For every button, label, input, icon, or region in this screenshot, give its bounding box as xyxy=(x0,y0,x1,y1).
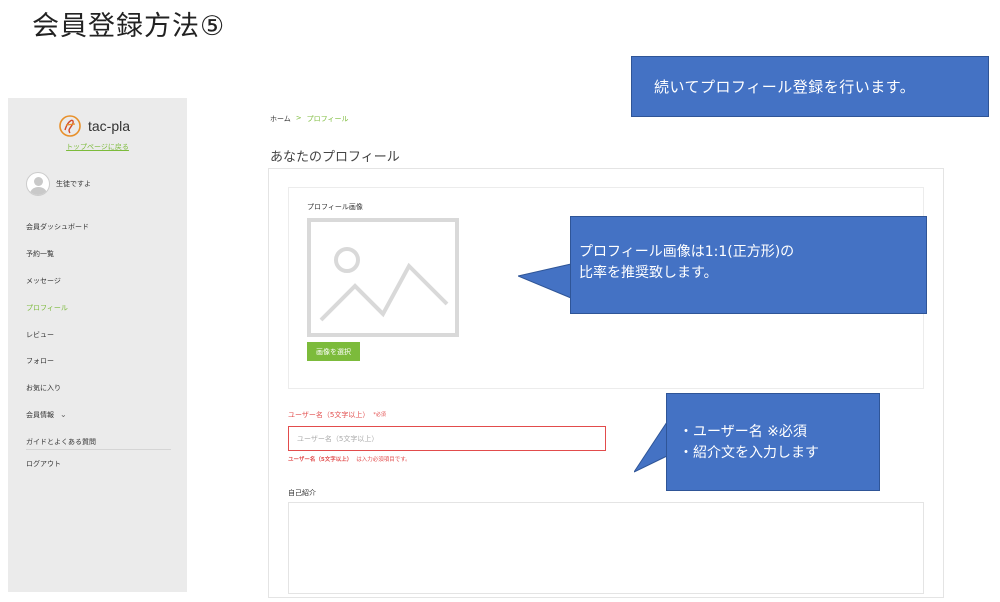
sidebar-nav: 会員ダッシュボード 予約一覧 メッセージ プロフィール レビュー フォロー お気… xyxy=(26,214,176,477)
sidebar-item-reservations[interactable]: 予約一覧 xyxy=(26,241,176,268)
user-profile: 生徒ですよ xyxy=(26,172,91,196)
sidebar-item-label: お気に入り xyxy=(26,384,61,393)
username-label-text: ユーザー名（5文字以上） xyxy=(288,411,370,419)
chevron-down-icon: ⌄ xyxy=(60,410,67,420)
sidebar-item-label: プロフィール xyxy=(26,303,68,312)
username-error-message: は入力必須項目です。 xyxy=(356,457,411,463)
sidebar-item-reviews[interactable]: レビュー xyxy=(26,321,176,348)
sidebar-item-label: レビュー xyxy=(26,330,54,339)
sidebar-item-label: メッセージ xyxy=(26,276,61,285)
slide-title: 会員登録方法⑤ xyxy=(32,11,226,42)
callout-image-line1: プロフィール画像は1:1(正方形)の xyxy=(579,244,795,260)
breadcrumb-home[interactable]: ホーム xyxy=(270,114,291,124)
breadcrumb: ホーム > プロフィール xyxy=(270,114,349,124)
tac-pla-logo-icon xyxy=(59,115,81,137)
image-placeholder-icon xyxy=(307,218,459,337)
username-error: ユーザー名（5文字以上） は入力必須項目です。 xyxy=(288,455,411,463)
logo[interactable]: tac-pla xyxy=(58,114,130,138)
sidebar-item-label: フォロー xyxy=(26,357,54,366)
callout-fields: ・ユーザー名 ※必須 ・紹介文を入力します xyxy=(666,393,880,491)
callout-intro: 続いてプロフィール登録を行います。 xyxy=(631,56,989,117)
breadcrumb-current: プロフィール xyxy=(306,115,349,123)
sidebar-item-label: ログアウト xyxy=(26,459,61,468)
profile-image-label: プロフィール画像 xyxy=(307,203,363,211)
top-page-link[interactable]: トップページに戻る xyxy=(8,142,187,152)
sidebar: tac-pla トップページに戻る 生徒ですよ 会員ダッシュボード 予約一覧 メ… xyxy=(8,98,187,592)
sidebar-item-label: ガイドとよくある質問 xyxy=(26,437,96,446)
sidebar-item-logout[interactable]: ログアウト xyxy=(26,450,176,477)
sidebar-item-member-info[interactable]: 会員情報 ⌄ xyxy=(26,402,176,429)
username-error-field: ユーザー名（5文字以上） xyxy=(288,457,353,463)
user-name: 生徒ですよ xyxy=(56,180,91,188)
callout-fields-line1: ・ユーザー名 ※必須 xyxy=(679,424,807,440)
callout-pointer xyxy=(518,263,572,299)
sidebar-item-profile[interactable]: プロフィール xyxy=(26,294,176,321)
select-image-button[interactable]: 画像を選択 xyxy=(307,342,360,361)
bio-textarea[interactable] xyxy=(288,502,924,594)
bio-label: 自己紹介 xyxy=(288,489,316,497)
sidebar-item-label: 会員情報 xyxy=(26,410,54,419)
logo-text: tac-pla xyxy=(88,118,131,134)
required-marker: *必須 xyxy=(373,412,386,418)
callout-image-line2: 比率を推奨致します。 xyxy=(579,265,718,281)
sidebar-item-dashboard[interactable]: 会員ダッシュボード xyxy=(26,214,176,241)
callout-intro-text: 続いてプロフィール登録を行います。 xyxy=(654,78,916,96)
sidebar-item-follow[interactable]: フォロー xyxy=(26,348,176,375)
sidebar-item-messages[interactable]: メッセージ xyxy=(26,268,176,295)
sidebar-item-label: 予約一覧 xyxy=(26,250,54,259)
username-label: ユーザー名（5文字以上） *必須 xyxy=(288,410,386,420)
callout-pointer xyxy=(634,421,668,473)
callout-fields-line2: ・紹介文を入力します xyxy=(679,445,819,461)
username-input[interactable] xyxy=(288,426,606,451)
breadcrumb-separator: > xyxy=(295,114,302,122)
sidebar-item-label: 会員ダッシュボード xyxy=(26,223,89,232)
callout-image-ratio: プロフィール画像は1:1(正方形)の 比率を推奨致します。 xyxy=(570,216,927,314)
avatar xyxy=(26,172,50,196)
page-title: あなたのプロフィール xyxy=(270,150,400,165)
sidebar-item-favorites[interactable]: お気に入り xyxy=(26,375,176,402)
